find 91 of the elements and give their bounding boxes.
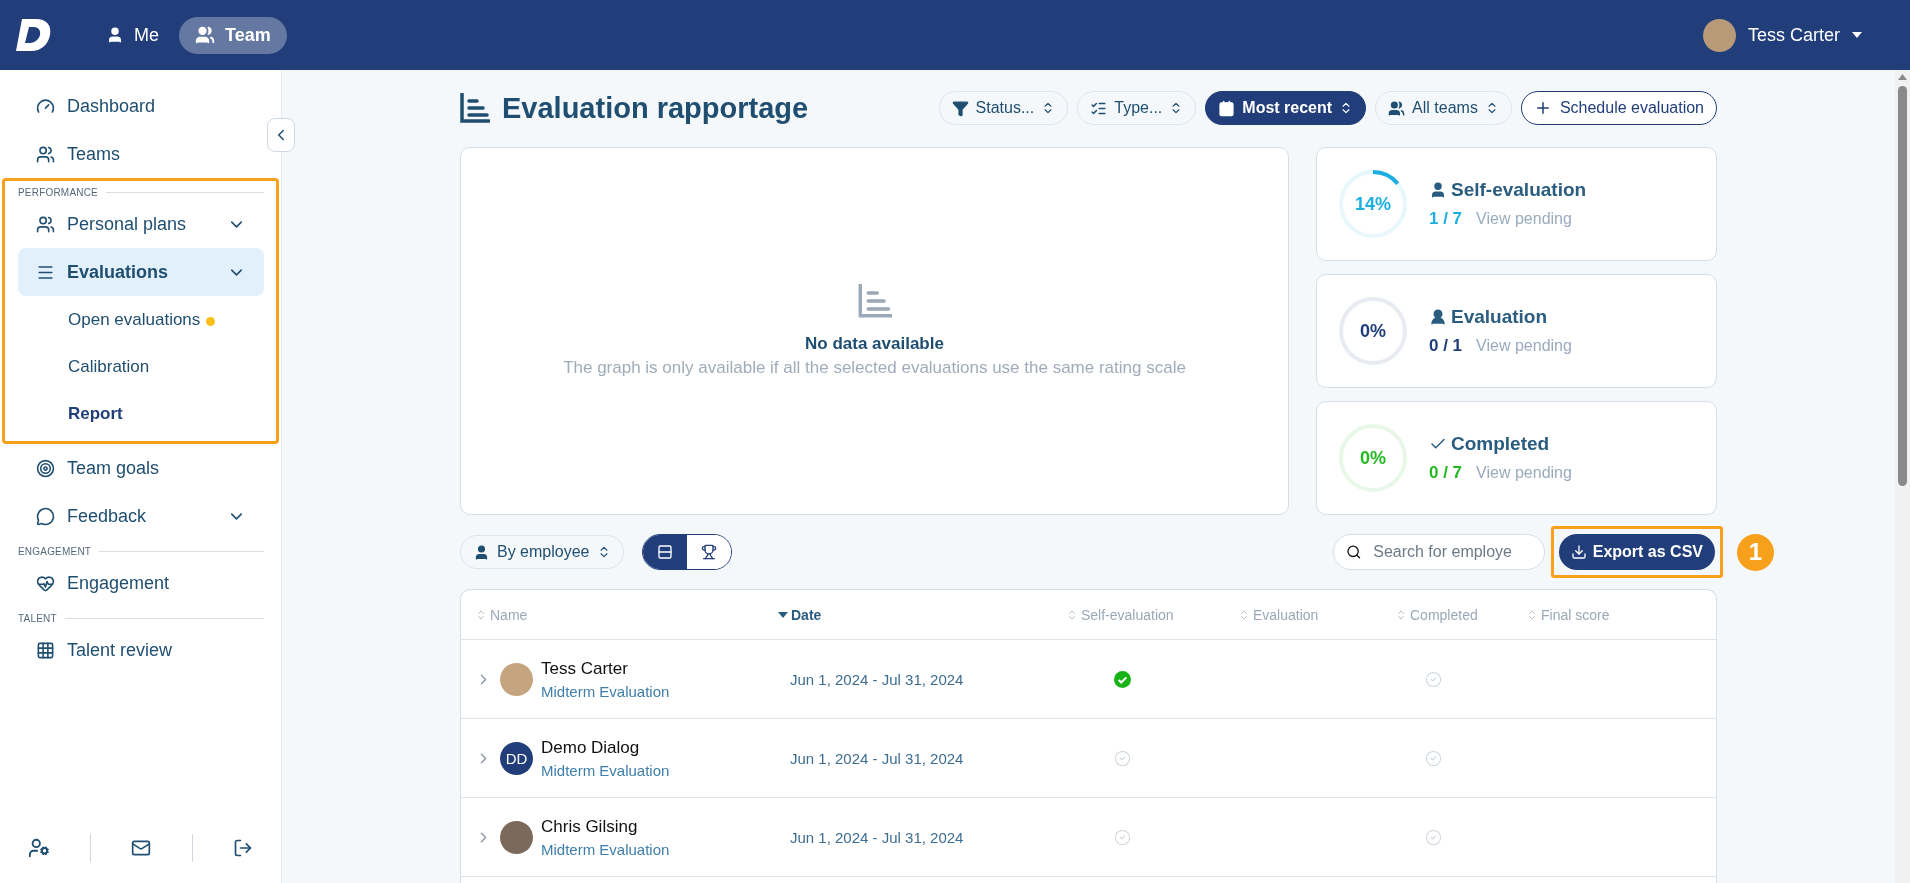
sort-icon <box>1395 608 1407 621</box>
gauge-icon <box>36 96 55 116</box>
page-title: Evaluation rapportage <box>502 91 810 125</box>
stat-title: Self-evaluation <box>1451 179 1587 201</box>
person-icon <box>106 26 124 44</box>
team-icon <box>195 25 215 45</box>
percent-label: 0% <box>1360 449 1386 467</box>
user-gear-icon <box>28 837 51 859</box>
step-badge: 1 <box>1737 533 1774 571</box>
filter-dropdown[interactable]: Status... <box>938 91 1069 125</box>
sidebar-item[interactable]: Dashboard <box>18 82 264 130</box>
empty-state-title: No data available <box>805 334 944 354</box>
sidebar-item[interactable]: Personal plans <box>18 200 264 248</box>
sort-icon <box>1238 608 1250 621</box>
stat-count: 0 / 7 <box>1429 463 1463 483</box>
schedule-button[interactable]: Schedule evaluation <box>1520 91 1717 125</box>
collapse-button[interactable] <box>267 118 295 152</box>
section-heading: ENGAGEMENT <box>18 546 92 557</box>
download-icon <box>1570 544 1587 560</box>
sidebar-subitem[interactable]: Open evaluations <box>18 296 264 343</box>
nav-tab[interactable]: Me <box>90 16 175 54</box>
stat-title: Completed <box>1451 433 1550 455</box>
scroll-up-icon[interactable] <box>1898 74 1907 80</box>
sidebar-item[interactable]: Talent review <box>18 626 264 674</box>
logout-icon <box>232 838 253 858</box>
sidebar-subitem[interactable]: Report <box>18 390 264 437</box>
sort-icon <box>475 608 487 621</box>
scrollbar[interactable] <box>1895 70 1910 883</box>
calendar-icon <box>1218 99 1236 117</box>
target-icon <box>36 458 55 478</box>
team-icon <box>36 144 55 164</box>
sidebar-item[interactable]: Team goals <box>18 444 264 492</box>
team-icon <box>36 214 55 234</box>
search-icon <box>1345 543 1362 561</box>
team-icon <box>1388 99 1406 117</box>
employee-name: Demo Dialog <box>541 737 641 758</box>
sort-icon <box>1526 608 1538 621</box>
search-input[interactable]: Search for employe <box>1371 542 1532 562</box>
percent-label: 0% <box>1360 322 1386 340</box>
evaluation-name: Midterm Evaluation <box>541 682 670 700</box>
evaluation-name: Midterm Evaluation <box>541 840 670 858</box>
person-icon <box>1429 308 1447 326</box>
chat-bubble-icon <box>36 506 55 526</box>
sort-icon <box>1066 608 1078 621</box>
progress-ring <box>1337 168 1409 240</box>
filter-dropdown[interactable]: All teams <box>1375 91 1512 125</box>
date-range: Jun 1, 2024 - Jul 31, 2024 <box>789 670 965 688</box>
employee-name: Chris Gilsing <box>541 816 639 837</box>
stat-count: 1 / 7 <box>1429 209 1463 229</box>
mail-icon <box>131 838 152 858</box>
avatar-photo-placeholder <box>1702 18 1736 52</box>
search-field[interactable]: Search for employe <box>1332 534 1545 570</box>
filter-icon <box>951 99 969 117</box>
group-by-dropdown[interactable]: By employee <box>460 535 624 569</box>
sidebar-item[interactable]: Feedback <box>18 492 264 540</box>
filter-dropdown[interactable]: Type... <box>1077 91 1197 125</box>
sort-down-icon <box>778 611 788 618</box>
sidebar-item[interactable]: Engagement <box>18 559 264 607</box>
section-heading: PERFORMANCE <box>18 187 98 198</box>
sidebar-item[interactable]: Teams <box>18 130 264 178</box>
rows-icon <box>656 544 673 560</box>
grid-icon <box>36 640 55 660</box>
chart-icon <box>857 284 892 318</box>
stat-title: Evaluation <box>1451 306 1548 328</box>
view-toggle[interactable] <box>642 535 687 569</box>
sidebar-subitem[interactable]: Calibration <box>18 343 264 390</box>
person-icon <box>473 543 490 561</box>
empty-state-message: The graph is only available if all the selected evaluations use the same rating scale <box>563 358 1186 378</box>
person-icon <box>1429 181 1447 199</box>
date-range: Jun 1, 2024 - Jul 31, 2024 <box>789 749 965 767</box>
evaluation-name: Midterm Evaluation <box>541 761 670 779</box>
view-toggle[interactable] <box>686 535 731 569</box>
section-heading: TALENT <box>18 613 57 624</box>
user-menu[interactable]: Tess Carter <box>1702 18 1862 52</box>
employee-name: Tess Carter <box>541 658 629 679</box>
stat-count: 0 / 1 <box>1429 336 1463 356</box>
filter-dropdown[interactable]: Most recent <box>1205 91 1367 125</box>
avatar-photo-placeholder <box>500 662 533 696</box>
percent-label: 14% <box>1355 195 1391 213</box>
caret-icon <box>1852 32 1862 38</box>
date-range: Jun 1, 2024 - Jul 31, 2024 <box>789 828 965 846</box>
report-icon <box>460 93 490 123</box>
nav-tab[interactable]: Team <box>179 16 287 54</box>
scrollbar-thumb[interactable] <box>1898 86 1907 486</box>
export-button[interactable]: Export as CSV <box>1558 534 1715 570</box>
avatar-photo-placeholder <box>500 820 533 854</box>
column-header[interactable]: Date <box>778 606 1066 623</box>
sidebar-item[interactable]: Evaluations <box>18 248 264 296</box>
avatar-initials: DD <box>500 741 533 775</box>
heart-pulse-icon <box>36 573 55 593</box>
trophy-icon <box>700 544 717 560</box>
